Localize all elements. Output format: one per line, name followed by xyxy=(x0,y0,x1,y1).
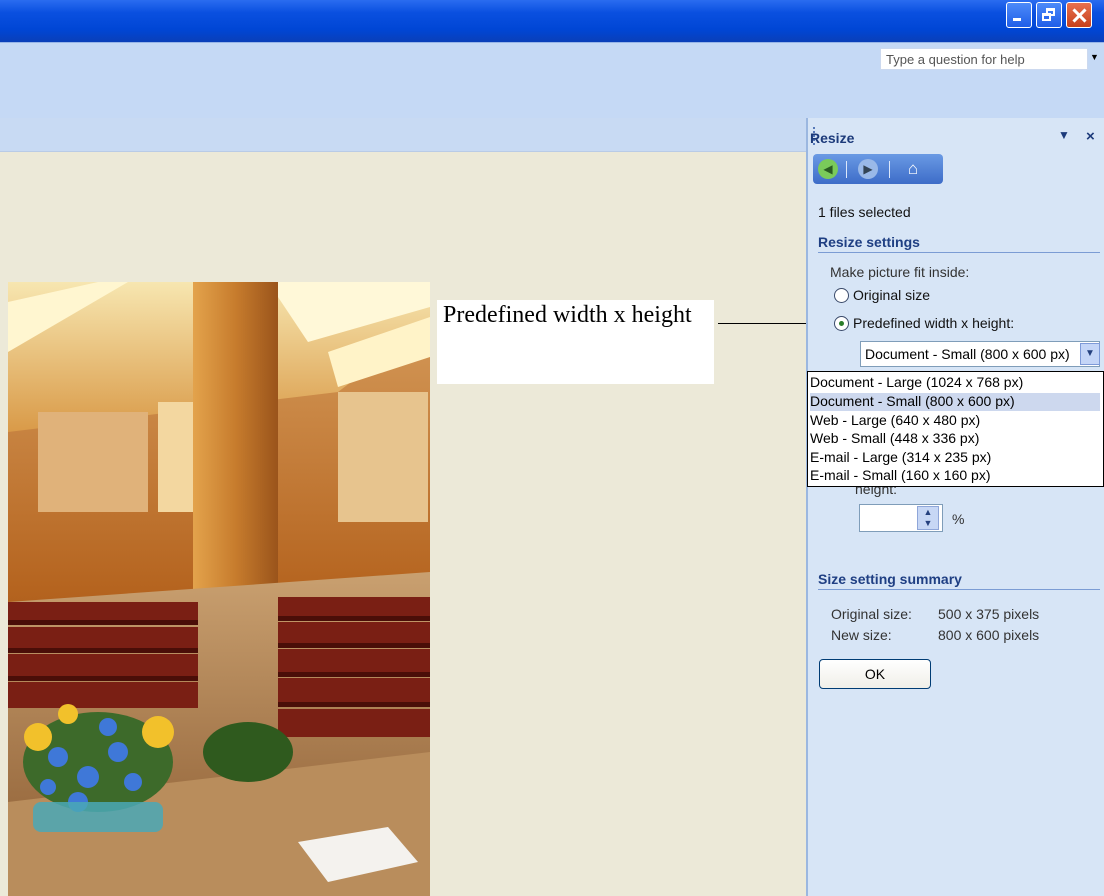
callout-box: Predefined width x height xyxy=(437,300,714,384)
predefined-size-radio[interactable] xyxy=(834,316,849,331)
size-dropdown-list: Document - Large (1024 x 768 px) Documen… xyxy=(807,371,1104,487)
back-arrow-icon[interactable]: ◀ xyxy=(818,159,838,179)
restore-button[interactable] xyxy=(1036,2,1062,28)
document-header-strip xyxy=(0,118,806,152)
size-summary-heading: Size setting summary xyxy=(818,571,962,587)
dropdown-option-selected[interactable]: Document - Small (800 x 600 px) xyxy=(810,393,1100,411)
callout-text: Predefined width x height xyxy=(443,302,692,328)
auditorium-illustration xyxy=(8,282,430,896)
original-size-label: Original size: xyxy=(831,606,912,622)
dropdown-option[interactable]: Document - Large (1024 x 768 px) xyxy=(810,374,1100,392)
new-size-value: 800 x 600 pixels xyxy=(938,627,1040,643)
select-current-value: Document - Small (800 x 600 px) xyxy=(865,346,1070,362)
section-divider xyxy=(818,252,1100,253)
original-size-option-label[interactable]: Original size xyxy=(853,287,930,303)
fit-inside-label: Make picture fit inside: xyxy=(830,264,970,280)
spinner-arrows-icon[interactable]: ▲ ▼ xyxy=(917,506,939,530)
help-dropdown-arrow-icon[interactable]: ▼ xyxy=(1090,52,1102,66)
files-selected-text: 1 files selected xyxy=(818,204,911,220)
nav-separator xyxy=(846,161,847,178)
minimize-button[interactable] xyxy=(1006,2,1032,28)
new-size-label: New size: xyxy=(831,627,892,643)
auditorium-photo[interactable] xyxy=(8,282,430,896)
ok-button[interactable]: OK xyxy=(819,659,931,689)
select-dropdown-arrow-icon[interactable]: ▼ xyxy=(1080,343,1100,365)
nav-separator xyxy=(889,161,890,178)
pane-title: Resize xyxy=(810,130,855,146)
pane-menu-dropdown-icon[interactable]: ▼ xyxy=(1058,128,1070,142)
close-window-button[interactable] xyxy=(1066,2,1092,28)
pane-navigation-bar: ◀ ▶ ⌂ xyxy=(813,154,943,184)
title-bar xyxy=(0,0,1104,42)
dropdown-option[interactable]: E-mail - Small (160 x 160 px) xyxy=(810,467,1100,485)
section-divider xyxy=(818,589,1100,590)
dropdown-option[interactable]: Web - Large (640 x 480 px) xyxy=(810,412,1100,430)
dropdown-option[interactable]: Web - Small (448 x 336 px) xyxy=(810,430,1100,448)
predefined-size-option-label[interactable]: Predefined width x height: xyxy=(853,315,1014,331)
percent-symbol: % xyxy=(952,511,965,527)
pane-close-icon[interactable]: × xyxy=(1086,128,1095,145)
home-icon[interactable]: ⌂ xyxy=(903,159,923,179)
predefined-size-select[interactable]: Document - Small (800 x 600 px) xyxy=(860,341,1100,367)
dropdown-option[interactable]: E-mail - Large (314 x 235 px) xyxy=(810,449,1100,467)
original-size-radio[interactable] xyxy=(834,288,849,303)
forward-arrow-icon[interactable]: ▶ xyxy=(858,159,878,179)
resize-settings-heading: Resize settings xyxy=(818,234,920,250)
help-search-input[interactable]: Type a question for help xyxy=(880,48,1088,70)
original-size-value: 500 x 375 pixels xyxy=(938,606,1040,622)
